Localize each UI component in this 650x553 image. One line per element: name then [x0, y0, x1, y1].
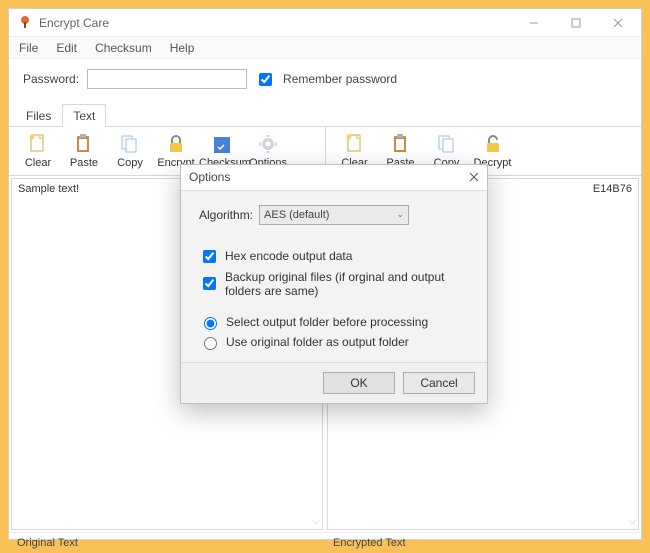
window-title: Encrypt Care [39, 16, 519, 30]
backup-checkbox[interactable] [203, 277, 216, 290]
tabs: Files Text [9, 103, 641, 127]
close-button[interactable] [603, 13, 633, 33]
checksum-icon [210, 133, 234, 155]
clipboard-icon [389, 133, 413, 155]
select-output-label: Select output folder before processing [226, 315, 428, 329]
hex-encode-checkbox[interactable] [203, 250, 216, 263]
paste-left-button[interactable]: Paste [61, 131, 107, 171]
menu-file[interactable]: File [15, 39, 42, 57]
select-output-radio[interactable] [204, 317, 217, 330]
footer: Original Text Encrypted Text [9, 532, 641, 553]
original-text-content: Sample text! [18, 183, 79, 195]
scroll-corner-icon: ⌵ [312, 516, 320, 527]
use-original-radio[interactable] [204, 337, 217, 350]
scroll-corner-icon: ⌵ [628, 516, 636, 527]
password-row: Password: Remember password [9, 59, 641, 103]
password-input[interactable] [87, 69, 247, 89]
new-page-icon [26, 133, 50, 155]
menu-help[interactable]: Help [166, 39, 199, 57]
chevron-down-icon: ⌄ [396, 209, 404, 220]
algorithm-label: Algorithm: [199, 208, 253, 222]
footer-left-label: Original Text [9, 532, 325, 553]
copy-icon [435, 133, 459, 155]
password-label: Password: [23, 72, 79, 86]
menubar: File Edit Checksum Help [9, 37, 641, 59]
dialog-titlebar: Options [181, 165, 487, 191]
app-icon [17, 15, 33, 31]
clipboard-icon [72, 133, 96, 155]
encrypted-text-content: E14B76 [593, 183, 632, 195]
clear-left-button[interactable]: Clear [15, 131, 61, 171]
remember-label: Remember password [283, 72, 397, 86]
minimize-button[interactable] [519, 13, 549, 33]
algorithm-value: AES (default) [264, 209, 329, 221]
tab-files[interactable]: Files [15, 104, 62, 127]
cancel-button[interactable]: Cancel [403, 372, 475, 394]
dialog-title: Options [189, 170, 469, 184]
dialog-body: Algorithm: AES (default) ⌄ Hex encode ou… [181, 191, 487, 362]
lock-icon [164, 133, 188, 155]
backup-label: Backup original files (if orginal and ou… [225, 270, 469, 298]
menu-edit[interactable]: Edit [52, 39, 81, 57]
menu-checksum[interactable]: Checksum [91, 39, 156, 57]
new-page-icon [343, 133, 367, 155]
options-dialog: Options Algorithm: AES (default) ⌄ Hex e… [180, 164, 488, 404]
dialog-footer: OK Cancel [181, 362, 487, 403]
copy-left-label: Copy [117, 157, 143, 169]
ok-button[interactable]: OK [323, 372, 395, 394]
copy-icon [118, 133, 142, 155]
clear-left-label: Clear [25, 157, 51, 169]
tab-text[interactable]: Text [62, 104, 106, 127]
gear-icon [256, 133, 280, 155]
unlock-icon [481, 133, 505, 155]
window-controls [519, 13, 633, 33]
maximize-button[interactable] [561, 13, 591, 33]
remember-checkbox[interactable] [259, 73, 272, 86]
copy-left-button[interactable]: Copy [107, 131, 153, 171]
paste-left-label: Paste [70, 157, 98, 169]
dialog-close-button[interactable] [469, 172, 479, 182]
use-original-label: Use original folder as output folder [226, 335, 409, 349]
hex-encode-label: Hex encode output data [225, 249, 352, 263]
footer-right-label: Encrypted Text [325, 532, 641, 553]
titlebar: Encrypt Care [9, 9, 641, 37]
algorithm-combo[interactable]: AES (default) ⌄ [259, 205, 409, 225]
